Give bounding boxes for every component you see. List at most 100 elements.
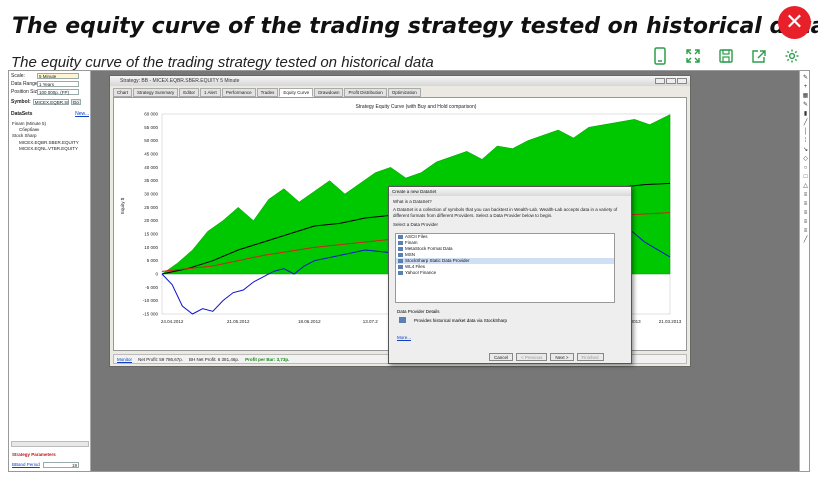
provider-icon — [398, 235, 403, 239]
y-tick-label: 50 000 — [144, 138, 158, 143]
provider-icon — [399, 317, 406, 323]
provider-icon — [398, 259, 403, 263]
tab-strategy-summary[interactable]: Strategy Summary — [133, 88, 179, 97]
drawing-tool-icon[interactable]: ◇ — [802, 156, 809, 162]
new-dataset-link[interactable]: New... — [75, 111, 89, 117]
share-button[interactable] — [744, 42, 773, 70]
provider-icon — [398, 271, 403, 275]
cancel-button[interactable]: Cancel — [489, 353, 514, 361]
tab-profit-distribution[interactable]: Profit Distribution — [344, 88, 387, 97]
position-select[interactable]: 100 000p. (FP) — [37, 89, 79, 95]
save-icon — [718, 49, 733, 63]
drawing-tool-icon[interactable]: + — [802, 84, 809, 90]
x-tick-label: 21.03.2013 — [659, 319, 682, 324]
tab-optimization[interactable]: Optimization — [387, 88, 421, 97]
drawing-tool-icon[interactable]: ≡ — [802, 210, 809, 216]
provider-icon — [398, 253, 403, 257]
drawing-tool-icon[interactable]: □ — [802, 174, 809, 180]
drawing-tool-icon[interactable]: ≡ — [802, 219, 809, 225]
next-button[interactable]: Next > — [550, 353, 574, 361]
tree-item-sber-equity[interactable]: MICEX.EQBR.SBER.EQUITY — [19, 140, 79, 145]
y-tick-label: 0 — [155, 272, 158, 277]
provider-list[interactable]: ASCII Files Finam MetaStock Format Data MSN… — [395, 233, 615, 303]
y-tick-label: 5 000 — [147, 258, 159, 263]
save-button[interactable] — [711, 42, 740, 70]
x-tick-label: 13.07.2 — [363, 319, 379, 324]
x-tick-label: 21.05.2012 — [227, 319, 250, 324]
finished-button[interactable]: Finished — [576, 353, 604, 361]
bh-net-profit: BH Net Profit: 6 381,46p. — [189, 357, 240, 362]
window-controls — [655, 78, 687, 84]
param-bband-period[interactable]: BBand Period — [12, 462, 40, 467]
drawing-tool-icon[interactable]: ▮ — [802, 111, 809, 117]
drawing-tool-icon[interactable]: ✎ — [802, 75, 809, 81]
expand-button[interactable] — [678, 42, 707, 70]
drawing-tool-icon[interactable]: ⁞ — [802, 138, 809, 144]
drawing-tool-icon[interactable]: ○ — [802, 165, 809, 171]
application-screenshot: Scale: 5 Minute Data Range: 1 Years Posi… — [8, 70, 810, 472]
drawing-tool-icon[interactable]: ≡ — [802, 201, 809, 207]
drawing-tool-icon[interactable]: △ — [802, 183, 809, 189]
drawing-tool-icon[interactable]: │ — [802, 129, 809, 135]
y-tick-label: 55 000 — [144, 125, 158, 130]
tab-trades[interactable]: Trades — [256, 88, 279, 97]
tab-chart[interactable]: Chart — [113, 88, 133, 97]
drawing-tool-icon[interactable]: ↘ — [802, 147, 809, 153]
scale-row: Scale: 5 Minute — [11, 73, 79, 79]
y-tick-label: 25 000 — [144, 205, 158, 210]
drawing-tool-icon[interactable]: ≡ — [802, 228, 809, 234]
mobile-view-icon — [653, 47, 666, 65]
details-label: Data Provider Details — [397, 309, 440, 314]
provider-label: Yahoo! Finance — [405, 270, 437, 275]
scale-select[interactable]: 5 Minute — [37, 73, 79, 79]
minimize-button[interactable] — [655, 78, 665, 84]
drawing-tool-icon[interactable]: ▦ — [802, 93, 809, 99]
tab-equity-curve[interactable]: Equity Curve — [279, 88, 314, 97]
scale-label: Scale: — [11, 73, 25, 79]
tree-item-sber[interactable]: Сбербанк — [19, 127, 39, 132]
y-tick-label: 20 000 — [144, 218, 158, 223]
tab-editor[interactable]: Editor — [179, 88, 200, 97]
tab-1-alert[interactable]: 1 Alert — [200, 88, 221, 97]
monitor-link[interactable]: Monitor — [117, 355, 132, 363]
range-row: Data Range: 1 Years — [11, 81, 79, 87]
net-profit: Net Profit: 59 786,67p. — [138, 357, 184, 362]
go-button[interactable]: Go — [70, 99, 81, 105]
previous-button[interactable]: < Previous — [516, 353, 548, 361]
drawing-tool-icon[interactable]: ╱ — [802, 120, 809, 126]
page: The equity curve of the trading strategy… — [0, 0, 818, 486]
tab-performance[interactable]: Performance — [221, 88, 256, 97]
right-toolbar: ✎ + ▦ ✎ ▮ ╱ │ ⁞ ↘ ◇ ○ □ △ ≡ ≡ ≡ ≡ ≡ ╱ — [799, 71, 809, 471]
settings-button[interactable] — [777, 42, 806, 70]
tree-item-finam[interactable]: Finam (Minute 5) — [12, 121, 46, 126]
maximize-button[interactable] — [666, 78, 676, 84]
select-provider-label: Select a Data Provider — [393, 222, 439, 227]
drawing-tool-icon[interactable]: ≡ — [802, 192, 809, 198]
tree-item-vtbr-equity[interactable]: MICEX.EQNL.VTBR.EQUITY — [19, 146, 78, 151]
y-tick-label: 30 000 — [144, 192, 158, 197]
range-select[interactable]: 1 Years — [37, 81, 79, 87]
more-link[interactable]: More... — [397, 335, 411, 340]
profit-per-bar: Profit per Bar: 3,73р. — [245, 357, 290, 362]
symbol-label: Symbol: — [11, 99, 31, 105]
y-tick-label: 60 000 — [144, 112, 158, 117]
tree-item-stocksharp[interactable]: Stock Sharp — [12, 133, 37, 138]
symbol-input[interactable]: MICEX.EQBR.SI — [32, 99, 69, 105]
drawing-tool-icon[interactable]: ✎ — [802, 102, 809, 108]
tab-bar: Chart Strategy Summary Editor 1 Alert Perfor… — [113, 88, 421, 97]
tab-drawdown[interactable]: Drawdown — [314, 88, 344, 97]
y-tick-label: 15 000 — [144, 232, 158, 237]
close-window-button[interactable] — [677, 78, 687, 84]
image-toolbar — [645, 42, 806, 70]
left-scrollbar[interactable] — [11, 441, 89, 447]
close-button[interactable]: ✕ — [778, 6, 811, 39]
provider-item[interactable]: Yahoo! Finance — [396, 270, 614, 276]
mobile-view-button[interactable] — [645, 42, 674, 70]
range-label: Data Range: — [11, 81, 40, 87]
drawing-tool-icon[interactable]: ╱ — [802, 237, 809, 243]
position-row: Position Size: 100 000p. (FP) — [11, 89, 79, 95]
details-text: Provides historical market data via Stoc… — [414, 317, 508, 323]
dialog-question: What is a DataSet? — [393, 199, 432, 204]
param-bband-value[interactable]: 19 — [43, 462, 79, 468]
dialog-buttons: Cancel < Previous Next > Finished — [489, 353, 604, 361]
